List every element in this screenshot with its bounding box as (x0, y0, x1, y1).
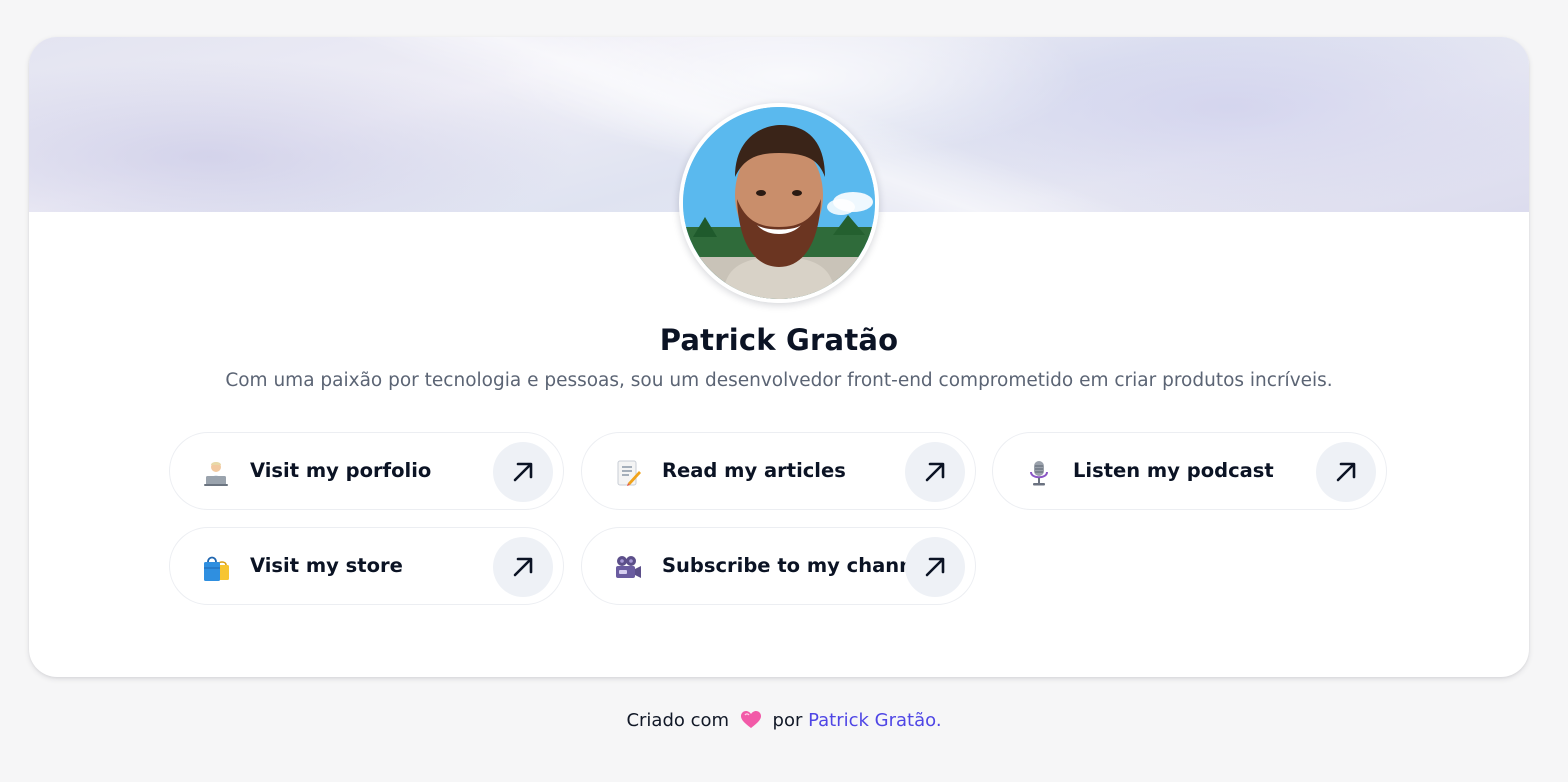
arrow-up-right-icon[interactable] (905, 537, 965, 597)
arrow-up-right-icon[interactable] (1316, 442, 1376, 502)
arrow-up-right-icon[interactable] (905, 442, 965, 502)
movie-camera-emoji-icon (614, 554, 642, 582)
link-label: Visit my store (250, 554, 403, 577)
profile-bio: Com uma paixão por tecnologia e pessoas,… (225, 370, 1333, 391)
memo-emoji-icon (614, 459, 642, 487)
link-button-channel[interactable]: Subscribe to my channel (581, 527, 976, 605)
microphone-emoji-icon (1025, 459, 1053, 487)
link-button-portfolio[interactable]: Visit my porfolio (169, 432, 564, 510)
link-label: Read my articles (662, 459, 846, 482)
link-button-articles[interactable]: Read my articles (581, 432, 976, 510)
link-label: Subscribe to my channel (662, 554, 933, 577)
technologist-emoji-icon (202, 459, 230, 487)
shopping-bags-emoji-icon (202, 554, 230, 582)
footer-middle: por (772, 710, 803, 731)
heart-icon (740, 711, 761, 734)
link-button-store[interactable]: Visit my store (169, 527, 564, 605)
footer-author-link[interactable]: Patrick Gratão. (808, 710, 941, 731)
link-label: Visit my porfolio (250, 459, 432, 482)
arrow-up-right-icon[interactable] (493, 442, 553, 502)
avatar (679, 103, 879, 303)
link-label: Listen my podcast (1073, 459, 1274, 482)
profile-name: Patrick Gratão (659, 323, 899, 357)
profile-card: Patrick Gratão Com uma paixão por tecnol… (29, 37, 1529, 677)
footer-prefix: Criado com (626, 710, 730, 731)
arrow-up-right-icon[interactable] (493, 537, 553, 597)
page-footer: Criado com por Patrick Gratão. (0, 710, 1568, 734)
link-button-podcast[interactable]: Listen my podcast (992, 432, 1387, 510)
